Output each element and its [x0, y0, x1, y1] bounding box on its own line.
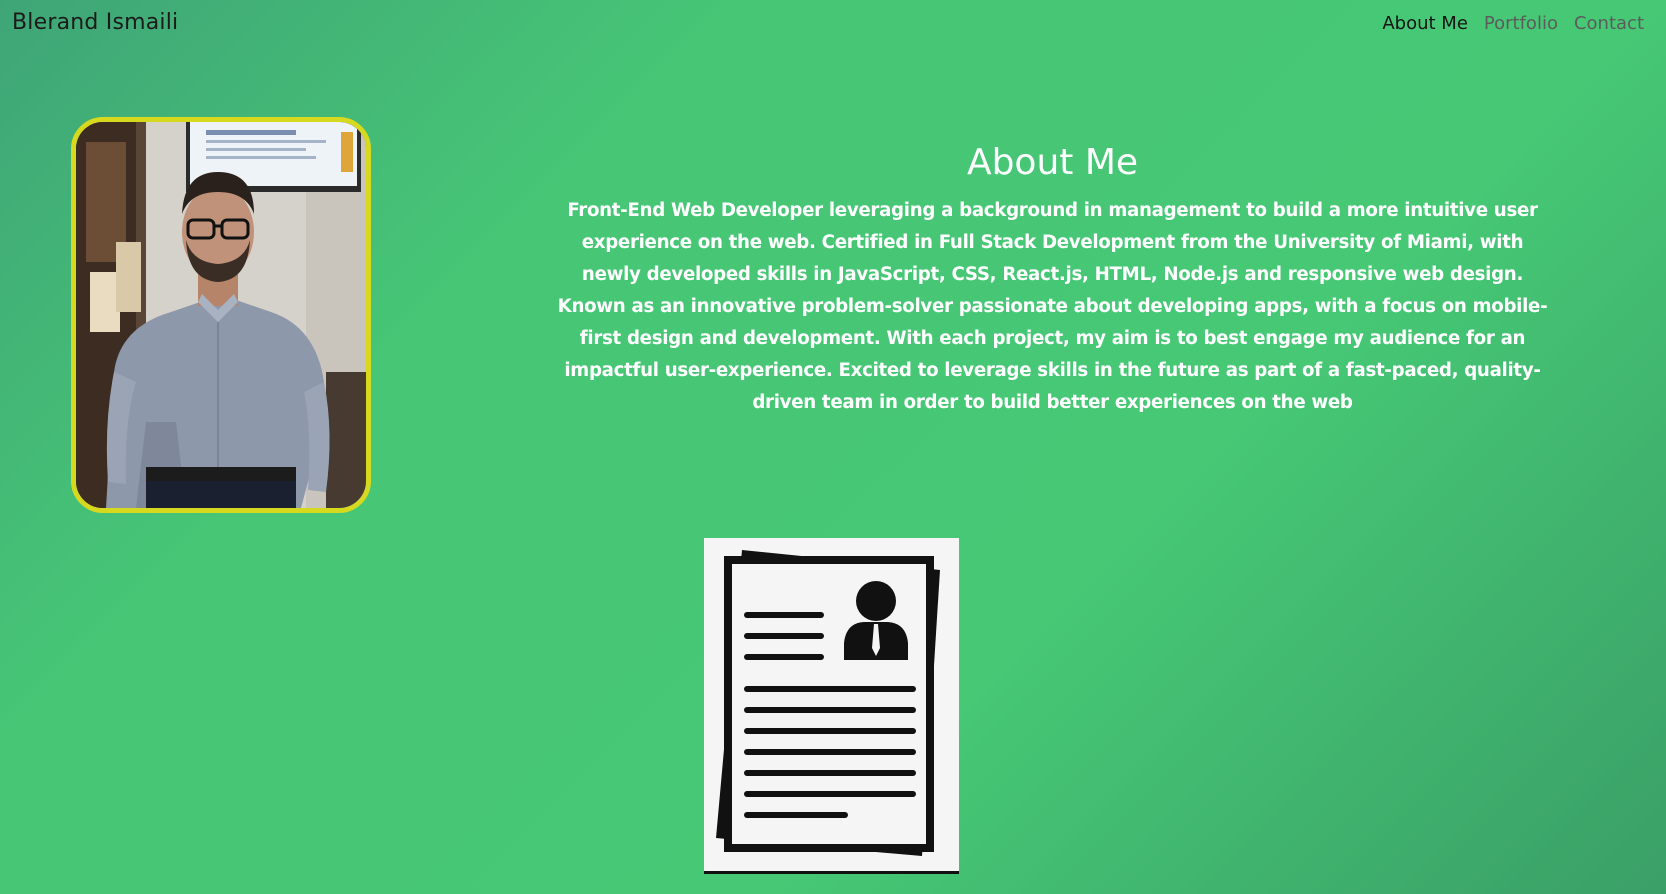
about-title: About Me [966, 142, 1139, 183]
nav-link-portfolio[interactable]: Portfolio [1484, 13, 1558, 34]
profile-photo [71, 117, 371, 513]
profile-photo-illustration [76, 122, 366, 508]
nav-link-about-me[interactable]: About Me [1382, 13, 1468, 34]
brand-link[interactable]: Blerand Ismaili [12, 10, 178, 35]
navbar: Blerand Ismaili About Me Portfolio Conta… [0, 0, 1666, 50]
about-bio: Front-End Web Developer leveraging a bac… [557, 200, 1548, 413]
resume-document-icon [716, 550, 940, 856]
nav-links: About Me Portfolio Contact [1382, 13, 1644, 34]
resume-link[interactable] [704, 538, 959, 874]
nav-link-contact[interactable]: Contact [1574, 13, 1644, 34]
